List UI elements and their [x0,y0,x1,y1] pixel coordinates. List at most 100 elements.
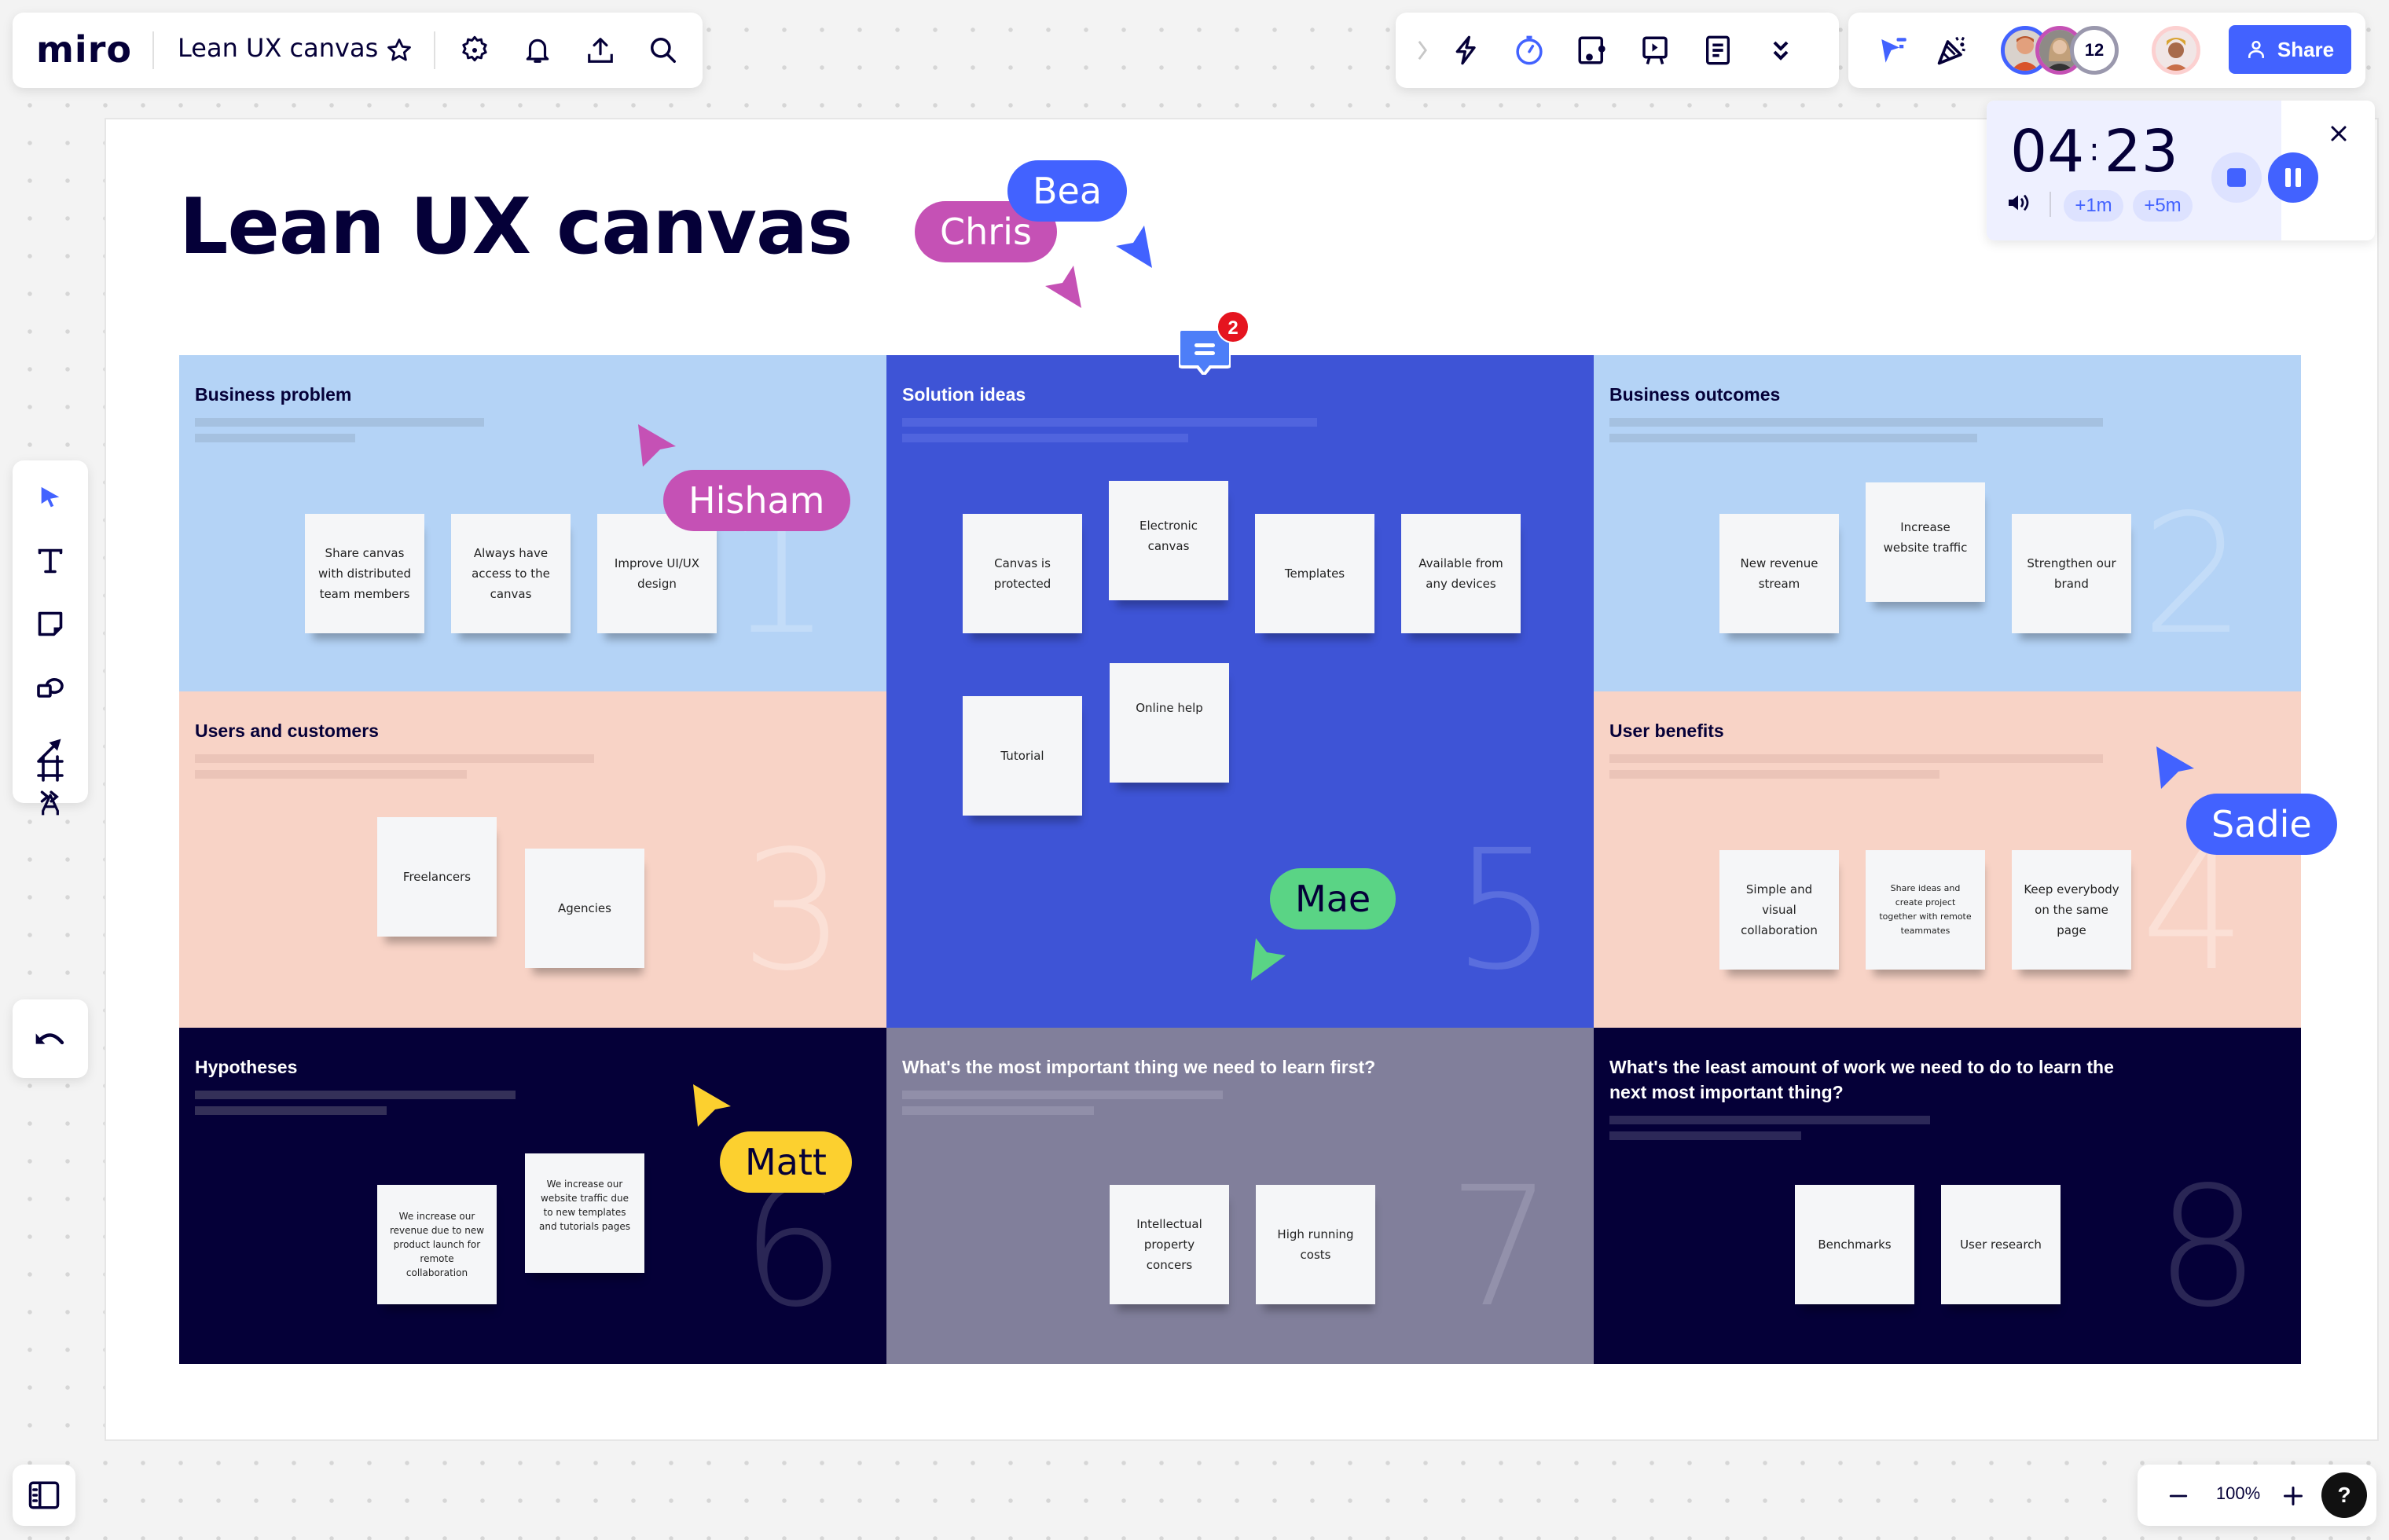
help-button[interactable]: ? [2321,1472,2367,1518]
cursor-arrow-sadie [2156,746,2194,789]
cursor-arrow-chris [1045,266,1081,308]
document-icon[interactable] [1696,28,1740,72]
sticky-note[interactable]: Available from any devices [1401,514,1521,633]
cursor-label-mae: Mae [1270,868,1396,930]
timer-separator: : [2089,132,2100,168]
divider [434,31,435,69]
placeholder-line [195,1091,516,1099]
sticky-note[interactable]: We increase our revenue due to new produ… [377,1185,497,1304]
sticky-note[interactable]: Electronic canvas [1109,481,1228,600]
sticky-note[interactable]: Strengthen our brand [2012,514,2131,633]
section-users-customers[interactable]: Users and customers 3 Freelancers Agenci… [179,691,886,1028]
sticky-note[interactable]: Agencies [525,849,644,968]
board-title[interactable]: Lean UX canvas [178,33,378,63]
section-hypotheses[interactable]: Hypotheses 6 We increase our revenue due… [179,1028,886,1364]
placeholder-line [1609,1116,1930,1124]
settings-icon[interactable] [453,28,497,72]
add-5-minutes-button[interactable]: +5m [2133,190,2193,222]
section-title: Solution ideas [902,384,1026,405]
sticky-note[interactable]: Always have access to the canvas [451,514,571,633]
stop-icon [2227,168,2246,187]
cursor-arrow-mae [1251,938,1286,981]
placeholder-line [195,1106,387,1115]
more-tools-icon[interactable] [19,781,82,812]
add-1-minute-button[interactable]: +1m [2064,190,2123,222]
placeholder-line [902,1091,1223,1099]
sticky-note[interactable]: We increase our website traffic due to n… [525,1153,644,1273]
sticky-note[interactable]: Increase website traffic [1866,482,1985,602]
zoom-out-icon[interactable] [2156,1474,2200,1518]
placeholder-line [902,418,1317,427]
placeholder-line [902,434,1188,442]
current-user-avatar[interactable] [2152,26,2200,75]
sticky-note[interactable]: Simple and visual collaboration [1719,850,1839,970]
search-icon[interactable] [641,28,685,72]
section-title: What's the least amount of work we need … [1609,1057,2114,1102]
section-user-benefits[interactable]: User benefits 4 Simple and visual collab… [1594,691,2301,1028]
cursor-label-matt: Matt [720,1131,852,1193]
cursor-arrow-matt [693,1084,731,1127]
sticky-note[interactable]: User research [1941,1185,2061,1304]
timer-icon[interactable] [1507,28,1551,72]
sticky-note[interactable]: Canvas is protected [963,514,1082,633]
cursor-label-hisham: Hisham [663,470,850,531]
divider [2050,192,2051,217]
section-title: User benefits [1609,720,1724,741]
collaboration-toolbar: 12 Share [1848,13,2365,88]
sticky-note[interactable]: Share canvas with distributed team membe… [305,514,424,633]
section-least-work[interactable]: What's the least amount of work we need … [1594,1028,2301,1364]
celebrate-icon[interactable] [1930,28,1974,72]
timer-minutes: 04 [2010,118,2085,185]
panels-toggle-button[interactable] [13,1465,75,1526]
placeholder-line [195,770,467,779]
zoom-in-icon[interactable] [2271,1474,2315,1518]
sticky-note[interactable]: Online help [1110,663,1229,783]
section-business-outcomes[interactable]: Business outcomes 2 New revenue stream I… [1594,355,2301,691]
zoom-level[interactable]: 100% [2208,1483,2268,1504]
bell-icon[interactable] [516,28,560,72]
stop-timer-button[interactable] [2211,152,2262,203]
card-icon[interactable] [1570,28,1614,72]
sticky-note[interactable]: Intellectual property concers [1110,1185,1229,1304]
sticky-note[interactable]: Benchmarks [1795,1185,1914,1304]
cursor-filter-icon[interactable] [1872,28,1916,72]
sticky-note[interactable]: Tutorial [963,696,1082,816]
undo-icon[interactable] [19,1007,82,1070]
cursor-label-sadie: Sadie [2186,794,2337,855]
sticky-note[interactable]: Freelancers [377,817,497,937]
top-tools-toolbar [1396,13,1839,88]
comment-count-badge: 2 [1217,310,1250,343]
section-solution-ideas[interactable]: Solution ideas 5 Canvas is protected Ele… [886,355,1594,1028]
section-number: 7 [1448,1151,1553,1344]
close-timer-icon[interactable] [2323,118,2354,149]
chevron-right-icon[interactable] [1407,28,1438,72]
sticky-note[interactable]: Share ideas and create project together … [1866,850,1985,970]
sticky-note[interactable]: New revenue stream [1719,514,1839,633]
placeholder-line [195,434,355,442]
section-title: What's the most important thing we need … [902,1057,1376,1077]
miro-logo[interactable]: miro [36,28,132,71]
double-chevron-down-icon[interactable] [1759,28,1803,72]
sticky-note[interactable]: Keep everybody on the same page [2012,850,2131,970]
pause-timer-button[interactable] [2268,152,2318,203]
sound-icon[interactable] [2001,185,2035,220]
zoom-controls: 100% ? [2138,1465,2376,1526]
comment-thread[interactable]: 2 [1179,310,1250,375]
star-icon[interactable] [377,28,421,72]
sticky-note[interactable]: Templates [1255,514,1374,633]
share-button[interactable]: Share [2229,25,2351,74]
presentation-icon[interactable] [1633,28,1677,72]
placeholder-line [1609,434,1977,442]
upload-icon[interactable] [578,28,622,72]
sticky-note[interactable]: High running costs [1256,1185,1375,1304]
placeholder-line [1609,1131,1801,1140]
placeholder-line [1609,770,1939,779]
user-icon [2248,40,2264,58]
placeholder-line [1609,754,2103,763]
sticky-note[interactable]: Improve UI/UX design [597,514,717,633]
more-collaborators-count[interactable]: 12 [2070,26,2119,75]
placeholder-line [1609,418,2103,427]
lightning-icon[interactable] [1444,28,1488,72]
share-label: Share [2277,37,2335,61]
section-learn-first[interactable]: What's the most important thing we need … [886,1028,1594,1364]
